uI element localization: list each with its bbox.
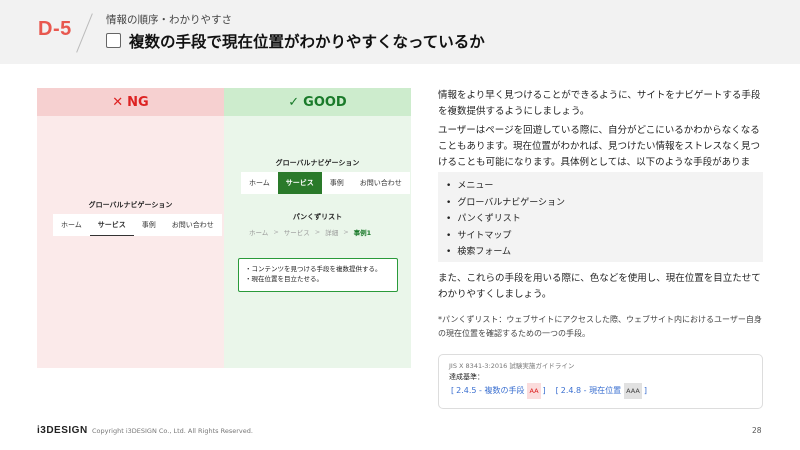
- page-title: 複数の手段で現在位置がわかりやすくなっているか: [129, 33, 485, 51]
- list-item: • サイトマップ: [446, 230, 512, 241]
- criterion-link-2-4-8[interactable]: 2.4.8 - 現在位置: [561, 383, 621, 399]
- breadcrumb-footnote: *パンくずリスト：ウェブサイトにアクセスした際、ウェブサイト内におけるユーザー自…: [438, 315, 762, 338]
- good-header: ✓ GOOD: [224, 88, 411, 116]
- reference-source: JIS X 8341-3:2016 試験実施ガイドライン: [449, 362, 575, 370]
- reference-box: JIS X 8341-3:2016 試験実施ガイドライン 達成基準： [ 2.4…: [438, 354, 763, 409]
- section-code: D-5: [38, 18, 72, 40]
- ng-global-nav: ホーム サービス 事例 お問い合わせ: [53, 214, 222, 236]
- good-notes-box: ・コンテンツを見つける手段を複数提供する。 ・現在位置を目立たせる。: [238, 258, 398, 292]
- criterion-link-2-4-5[interactable]: 2.4.5 - 複数の手段: [456, 383, 524, 399]
- check-icon: ✓: [288, 94, 300, 110]
- ng-nav-title: グローバルナビゲーション: [88, 201, 173, 209]
- nav-item[interactable]: サービス: [89, 214, 134, 236]
- breadcrumb-separator: >: [314, 228, 321, 236]
- breadcrumb-item[interactable]: ホーム: [249, 227, 268, 237]
- note-item: ・現在位置を目立たせる。: [245, 275, 323, 283]
- nav-item[interactable]: ホーム: [241, 172, 278, 194]
- category-label: 情報の順序・わかりやすさ: [106, 14, 232, 26]
- reference-links: [ 2.4.5 - 複数の手段 AA ] [ 2.4.8 - 現在位置 AAA …: [449, 383, 752, 399]
- breadcrumb-item[interactable]: サービス: [284, 227, 310, 237]
- good-global-nav: ホーム サービス 事例 お問い合わせ: [241, 172, 410, 194]
- breadcrumb: ホーム > サービス > 詳細 > 事例1: [249, 226, 389, 238]
- level-badge-aaa: AAA: [624, 383, 642, 399]
- nav-item[interactable]: 事例: [134, 214, 164, 236]
- list-item: • メニュー: [446, 181, 494, 191]
- nav-item[interactable]: お問い合わせ: [164, 214, 222, 236]
- note-item: ・コンテンツを見つける手段を複数提供する。: [245, 265, 382, 273]
- page-number: 28: [752, 426, 762, 435]
- good-label: GOOD: [303, 94, 347, 110]
- nav-item[interactable]: お問い合わせ: [352, 172, 410, 194]
- good-nav-title: グローバルナビゲーション: [275, 159, 360, 167]
- company-logo: i3DESIGN: [37, 425, 88, 436]
- level-badge-aa: AA: [527, 383, 541, 399]
- breadcrumb-title: パンくずリスト: [292, 213, 343, 221]
- cross-icon: ✕: [112, 94, 124, 110]
- copyright: Copyright i3DESIGN Co., Ltd. All Rights …: [92, 427, 253, 435]
- nav-item[interactable]: 事例: [322, 172, 352, 194]
- color-paragraph: また、これらの手段を用いる際に、色などを使用し、現在位置を目立たせてわかりやすく…: [438, 273, 761, 300]
- breadcrumb-separator: >: [343, 228, 349, 236]
- breadcrumb-item[interactable]: 詳細: [325, 227, 338, 237]
- list-item: • グローバルナビゲーション: [446, 197, 566, 208]
- list-item: • 検索フォーム: [446, 247, 512, 257]
- ng-label: NG: [127, 94, 149, 110]
- list-item: • パンくずリスト: [446, 214, 521, 224]
- ng-header: ✕ NG: [37, 88, 224, 116]
- nav-item[interactable]: ホーム: [53, 214, 90, 236]
- methods-list: • メニュー • グローバルナビゲーション • パンくずリスト • サイトマップ • 検索…: [438, 172, 763, 262]
- reference-label: 達成基準：: [449, 373, 484, 381]
- checklist-checkbox[interactable]: [106, 33, 121, 48]
- breadcrumb-separator: >: [273, 228, 279, 236]
- breadcrumb-item: 事例1: [353, 229, 372, 237]
- nav-item[interactable]: サービス: [277, 172, 322, 194]
- intro-paragraph: 情報をより早く見つけることができるように、サイトをナビゲートする手段を複数提供す…: [438, 90, 761, 117]
